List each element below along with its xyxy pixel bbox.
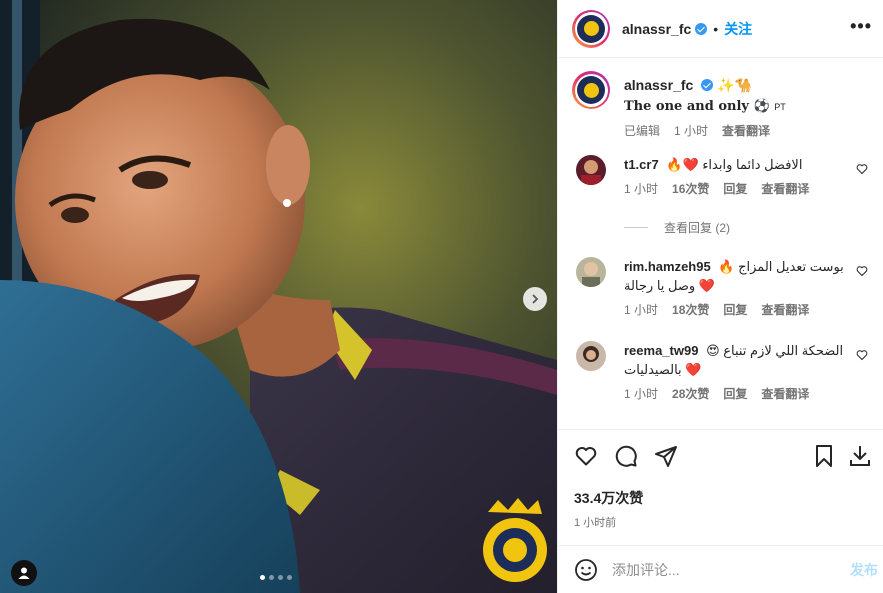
view-replies-label: 查看回复 (2) <box>664 221 731 235</box>
comment-time[interactable]: 1 小时 <box>624 301 658 320</box>
comment-likes[interactable]: 16次赞 <box>672 180 709 199</box>
post-viewer: alnassr_fc • 关注 ••• alnassr_fc ✨🐪 The on… <box>0 0 883 593</box>
translate-button[interactable]: 查看翻译 <box>761 180 809 199</box>
post-comment-button[interactable]: 发布 <box>850 560 878 580</box>
carousel-dot <box>260 575 265 580</box>
post-timestamp[interactable]: 1 小时前 <box>574 514 616 530</box>
like-heart-icon[interactable] <box>856 265 868 277</box>
chevron-right-icon <box>532 294 539 304</box>
comment-username[interactable]: rim.hamzeh95 <box>624 259 711 274</box>
next-slide-button[interactable] <box>523 287 547 311</box>
divider <box>624 227 648 228</box>
post-media[interactable] <box>0 0 557 593</box>
likes-count[interactable]: 33.4万次赞 <box>574 488 643 508</box>
avatar[interactable] <box>572 71 610 109</box>
comment-time[interactable]: 1 小时 <box>624 385 658 404</box>
verified-badge-icon <box>701 79 714 91</box>
verified-badge-icon <box>695 22 708 35</box>
user-icon <box>18 567 30 579</box>
comment-time[interactable]: 1 小时 <box>624 180 658 199</box>
comment-icon[interactable] <box>614 444 638 468</box>
comment-likes[interactable]: 28次赞 <box>672 385 709 404</box>
post-actions: 33.4万次赞 1 小时前 <box>558 429 883 549</box>
like-icon[interactable] <box>574 444 598 468</box>
post-header: alnassr_fc • 关注 ••• <box>558 0 883 58</box>
comment-text: الافضل دائما وابداء ❤️🔥 <box>666 157 803 172</box>
follow-button[interactable]: 关注 <box>724 19 752 39</box>
edited-label: 已编辑 <box>624 124 661 138</box>
reply-button[interactable]: 回复 <box>723 385 747 404</box>
reply-button[interactable]: 回复 <box>723 301 747 320</box>
header-separator: • <box>713 20 719 37</box>
comment-username[interactable]: t1.cr7 <box>624 157 659 172</box>
avatar[interactable] <box>576 155 606 185</box>
club-logo-icon <box>577 76 605 104</box>
tagged-users-button[interactable] <box>11 560 37 586</box>
more-options-button[interactable]: ••• <box>850 16 872 37</box>
save-bookmark-icon[interactable] <box>812 444 836 468</box>
post-photo <box>0 0 557 593</box>
like-heart-icon[interactable] <box>856 163 868 175</box>
translate-button[interactable]: 查看翻译 <box>761 301 809 320</box>
caption-tag: PT <box>774 102 786 112</box>
comment-likes[interactable]: 18次赞 <box>672 301 709 320</box>
carousel-indicator <box>260 575 292 580</box>
comment-input[interactable]: 添加评论... <box>612 560 680 580</box>
caption-text: The one and only ⚽ <box>624 99 770 114</box>
download-icon[interactable] <box>848 444 872 468</box>
view-replies-button[interactable]: 查看回复 (2) <box>624 219 730 236</box>
comments-section[interactable]: alnassr_fc ✨🐪 The one and only ⚽ PT 已编辑 … <box>558 59 883 429</box>
comment-username[interactable]: reema_tw99 <box>624 343 698 358</box>
share-icon[interactable] <box>654 444 678 468</box>
translate-button[interactable]: 查看翻译 <box>761 385 809 404</box>
carousel-dot <box>269 575 274 580</box>
add-comment-bar: 添加评论... 发布 <box>558 545 883 593</box>
avatar[interactable] <box>576 257 606 287</box>
header-username[interactable]: alnassr_fc <box>622 21 691 37</box>
emoji-icon[interactable] <box>574 558 598 582</box>
caption-time[interactable]: 1 小时 <box>674 122 708 139</box>
club-crest-graphic <box>483 498 547 582</box>
avatar[interactable] <box>576 341 606 371</box>
like-heart-icon[interactable] <box>856 349 868 361</box>
club-logo-icon <box>577 14 605 43</box>
reply-button[interactable]: 回复 <box>723 180 747 199</box>
post-sidebar: alnassr_fc • 关注 ••• alnassr_fc ✨🐪 The on… <box>557 0 883 593</box>
caption-emoji: ✨🐪 <box>717 77 752 93</box>
carousel-dot <box>287 575 292 580</box>
translate-button[interactable]: 查看翻译 <box>722 122 770 139</box>
caption-username[interactable]: alnassr_fc <box>624 77 693 93</box>
carousel-dot <box>278 575 283 580</box>
avatar[interactable] <box>572 9 610 48</box>
